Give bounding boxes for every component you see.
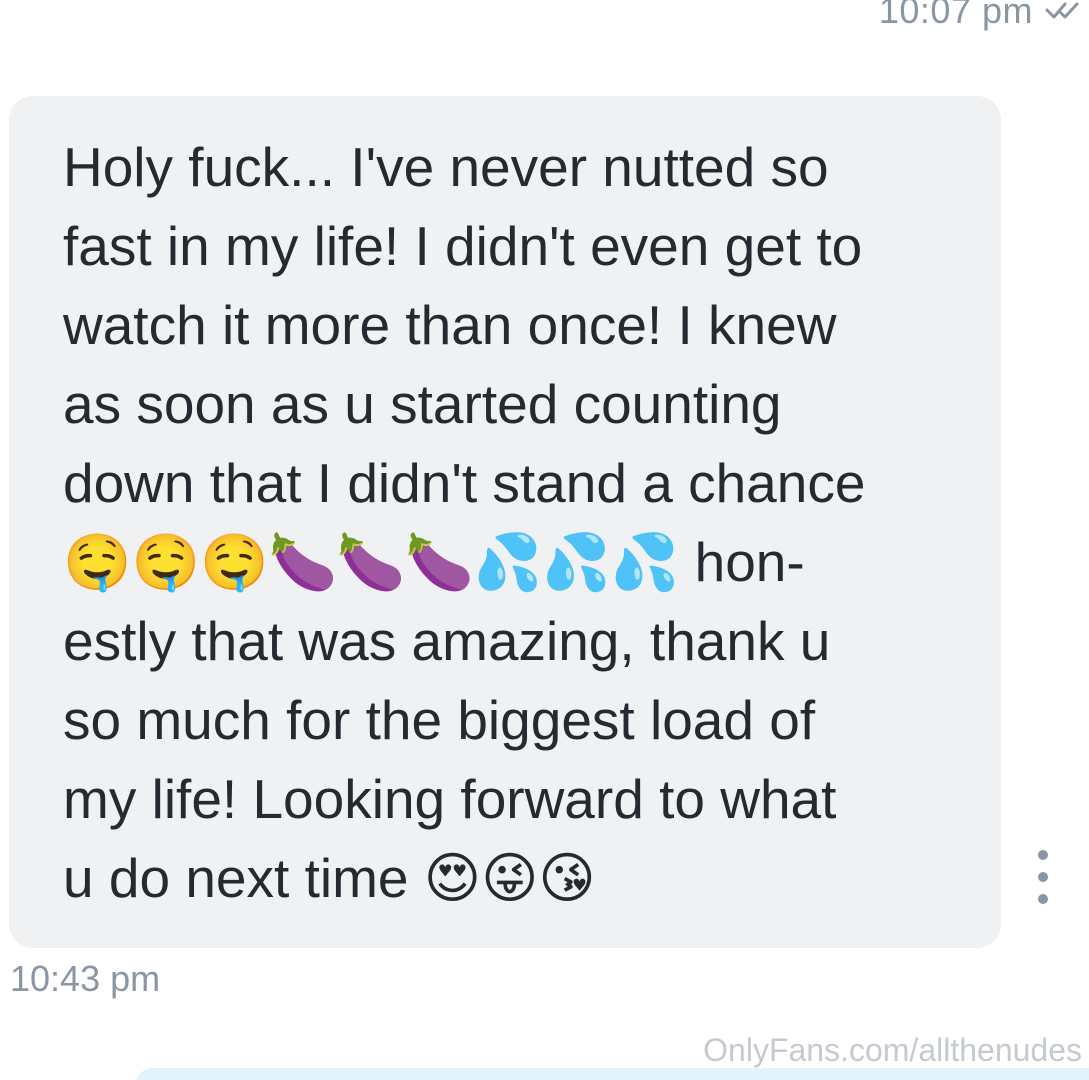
vertical-ellipsis-icon (1038, 872, 1048, 882)
previous-message-time: 10:07 pm (878, 0, 1033, 31)
watermark: OnlyFans.com/allthenudes (703, 1032, 1082, 1068)
message-bubble[interactable]: Holy fuck... I've never nutted so fast i… (9, 96, 1001, 948)
chat-screen: 10:07 pm Holy fuck... I've never nutted … (0, 0, 1089, 1080)
previous-message-meta: 10:07 pm (879, 0, 1089, 36)
next-message-bubble[interactable] (135, 1068, 1089, 1080)
vertical-ellipsis-icon (1038, 894, 1048, 904)
double-check-icon (1045, 2, 1079, 19)
message-options-button[interactable] (1026, 850, 1060, 904)
vertical-ellipsis-icon (1038, 850, 1048, 860)
message-text: Holy fuck... I've never nutted so fast i… (63, 136, 866, 909)
message-time: 10:43 pm (10, 958, 161, 999)
